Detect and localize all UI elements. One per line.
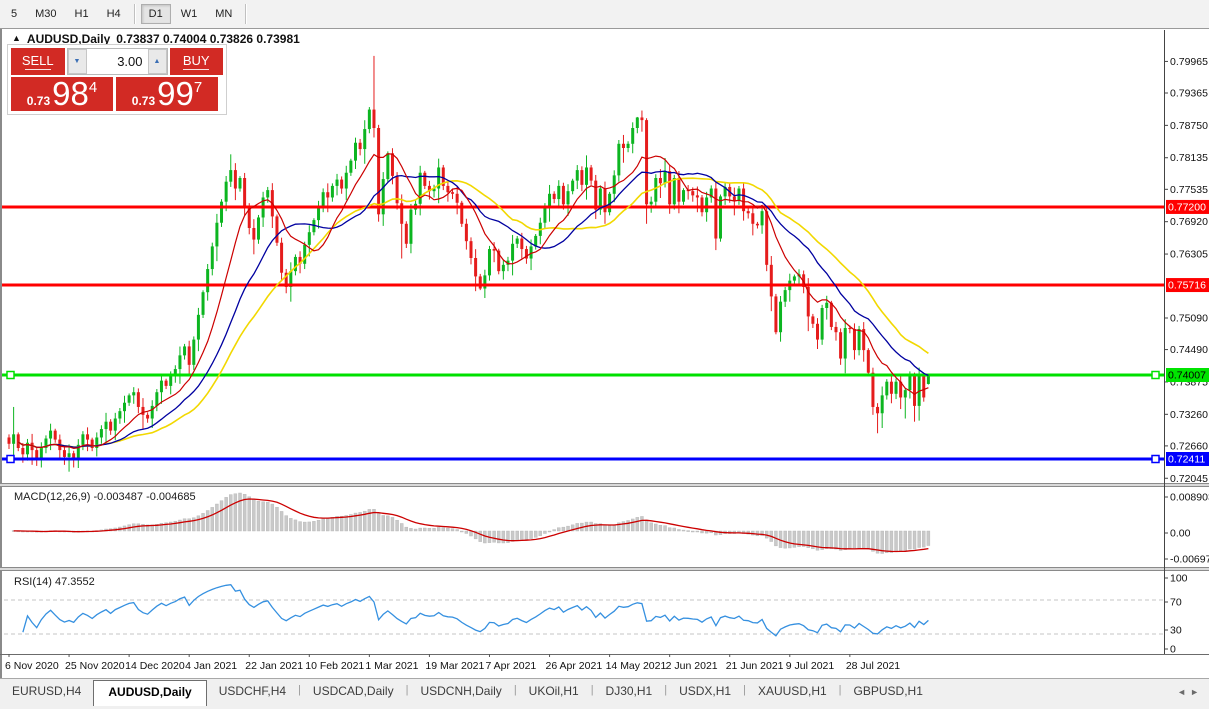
chart-tab-usdcad[interactable]: USDCAD,Daily <box>301 680 406 703</box>
timeframe-button-d1[interactable]: D1 <box>140 4 171 24</box>
timeframe-button-w1[interactable]: W1 <box>173 4 206 24</box>
svg-text:0.78750: 0.78750 <box>1170 120 1208 132</box>
timeframe-button-5[interactable]: 5 <box>3 4 25 24</box>
svg-text:0.79965: 0.79965 <box>1170 56 1208 68</box>
svg-text:0.77535: 0.77535 <box>1170 184 1208 196</box>
svg-text:0.72045: 0.72045 <box>1170 473 1208 485</box>
timeframe-toolbar: 5 M30 H1 H4 D1 W1 MN <box>0 0 1209 29</box>
svg-text:0.72660: 0.72660 <box>1170 440 1208 452</box>
svg-text:10 Feb 2021: 10 Feb 2021 <box>305 660 364 672</box>
chart-tab-usdx[interactable]: USDX,H1 <box>667 680 743 703</box>
toolbar-divider <box>133 4 136 24</box>
svg-text:0.78135: 0.78135 <box>1170 152 1208 164</box>
svg-text:9 Jul 2021: 9 Jul 2021 <box>786 660 835 672</box>
svg-text:25 Nov 2020: 25 Nov 2020 <box>65 660 125 672</box>
tab-scroll-right-icon[interactable]: ► <box>1190 687 1203 697</box>
svg-text:1 Mar 2021: 1 Mar 2021 <box>365 660 418 672</box>
chart-tab-dj30[interactable]: DJ30,H1 <box>594 680 665 703</box>
sell-button[interactable]: SELL <box>11 48 65 75</box>
sell-underline <box>24 69 51 70</box>
chart-canvas[interactable]: 0.79965 0.79365 0.78750 0.78135 0.77535 0.769… <box>0 28 1209 678</box>
sell-price-big: 98 <box>52 75 89 112</box>
svg-text:4 Jan 2021: 4 Jan 2021 <box>185 660 237 672</box>
buy-underline <box>183 69 210 70</box>
svg-text:0.00: 0.00 <box>1170 528 1191 540</box>
svg-text:0.75090: 0.75090 <box>1170 313 1208 325</box>
timeframe-button-mn[interactable]: MN <box>207 4 240 24</box>
tab-scroll-arrows[interactable]: ◄► <box>1177 687 1203 697</box>
timeframe-button-h1[interactable]: H1 <box>67 4 97 24</box>
svg-text:14 Dec 2020: 14 Dec 2020 <box>125 660 185 672</box>
volume-decrease-button[interactable]: ▼ <box>67 49 87 74</box>
sell-button-label: SELL <box>21 53 54 68</box>
svg-text:22 Jan 2021: 22 Jan 2021 <box>245 660 303 672</box>
tab-scroll-left-icon[interactable]: ◄ <box>1177 687 1190 697</box>
svg-text:0.74007: 0.74007 <box>1168 370 1206 382</box>
rsi-indicator-label: RSI(14) 47.3552 <box>14 576 95 588</box>
buy-price-display[interactable]: 0.73 99 7 <box>116 77 218 111</box>
chart-tab-xauusd[interactable]: XAUUSD,H1 <box>746 680 839 703</box>
chart-tab-ukoil[interactable]: UKOil,H1 <box>517 680 591 703</box>
one-click-trading-panel: SELL ▼ 3.00 ▲ BUY 0.73 98 4 0.73 99 7 <box>7 44 227 115</box>
svg-text:0.77200: 0.77200 <box>1168 201 1206 213</box>
svg-text:21 Jun 2021: 21 Jun 2021 <box>726 660 784 672</box>
svg-text:100: 100 <box>1170 573 1188 585</box>
buy-price-prefix: 0.73 <box>131 94 156 108</box>
svg-text:0.73260: 0.73260 <box>1170 409 1208 421</box>
sell-price-prefix: 0.73 <box>26 94 51 108</box>
timeframe-button-m30[interactable]: M30 <box>27 4 64 24</box>
chart-tab-usdcnh[interactable]: USDCNH,Daily <box>408 680 513 703</box>
chart-frame: 0.79965 0.79365 0.78750 0.78135 0.77535 0.769… <box>0 28 1209 678</box>
buy-price-big: 99 <box>157 75 194 112</box>
sell-price-pip: 4 <box>88 79 98 96</box>
chart-tab-eurusd[interactable]: EURUSD,H4 <box>0 680 93 703</box>
chart-tab-gbpusd[interactable]: GBPUSD,H1 <box>842 680 935 703</box>
buy-price-pip: 7 <box>193 79 203 96</box>
svg-text:0.74490: 0.74490 <box>1170 344 1208 356</box>
timeframe-button-h4[interactable]: H4 <box>99 4 129 24</box>
sell-price-display[interactable]: 0.73 98 4 <box>11 77 113 111</box>
svg-text:70: 70 <box>1170 597 1182 609</box>
svg-text:7 Apr 2021: 7 Apr 2021 <box>485 660 536 672</box>
svg-text:19 Mar 2021: 19 Mar 2021 <box>425 660 484 672</box>
volume-field[interactable]: 3.00 <box>86 49 148 74</box>
svg-text:0.75716: 0.75716 <box>1168 280 1206 292</box>
svg-text:0: 0 <box>1170 644 1176 656</box>
buy-button-label: BUY <box>182 53 210 68</box>
toolbar-divider <box>245 4 248 24</box>
chart-tab-audusd[interactable]: AUDUSD,Daily <box>93 680 207 706</box>
volume-stepper: ▼ 3.00 ▲ <box>66 48 168 75</box>
svg-text:14 May 2021: 14 May 2021 <box>606 660 667 672</box>
svg-text:-0.006977: -0.006977 <box>1170 554 1209 566</box>
svg-text:28 Jul 2021: 28 Jul 2021 <box>846 660 900 672</box>
svg-text:0.008903: 0.008903 <box>1170 492 1209 504</box>
svg-text:2 Jun 2021: 2 Jun 2021 <box>666 660 718 672</box>
svg-text:0.76920: 0.76920 <box>1170 216 1208 228</box>
chart-tab-usdchf[interactable]: USDCHF,H4 <box>207 680 298 703</box>
chart-tab-bar: EURUSD,H4 AUDUSD,Daily USDCHF,H4 | USDCAD,Da… <box>0 678 1209 709</box>
svg-text:0.76305: 0.76305 <box>1170 249 1208 261</box>
buy-button[interactable]: BUY <box>169 48 223 75</box>
macd-indicator-label: MACD(12,26,9) -0.003487 -0.004685 <box>14 491 196 503</box>
svg-text:0.72411: 0.72411 <box>1168 454 1205 466</box>
svg-text:6 Nov 2020: 6 Nov 2020 <box>5 660 59 672</box>
svg-text:0.79365: 0.79365 <box>1170 88 1208 100</box>
mt4-window: 5 M30 H1 H4 D1 W1 MN 0.79965 0.79365 0.78750 0.78… <box>0 0 1209 709</box>
collapse-trade-panel-icon[interactable]: ▲ <box>12 33 21 43</box>
svg-text:30: 30 <box>1170 625 1182 637</box>
svg-text:26 Apr 2021: 26 Apr 2021 <box>546 660 603 672</box>
volume-increase-button[interactable]: ▲ <box>147 49 167 74</box>
